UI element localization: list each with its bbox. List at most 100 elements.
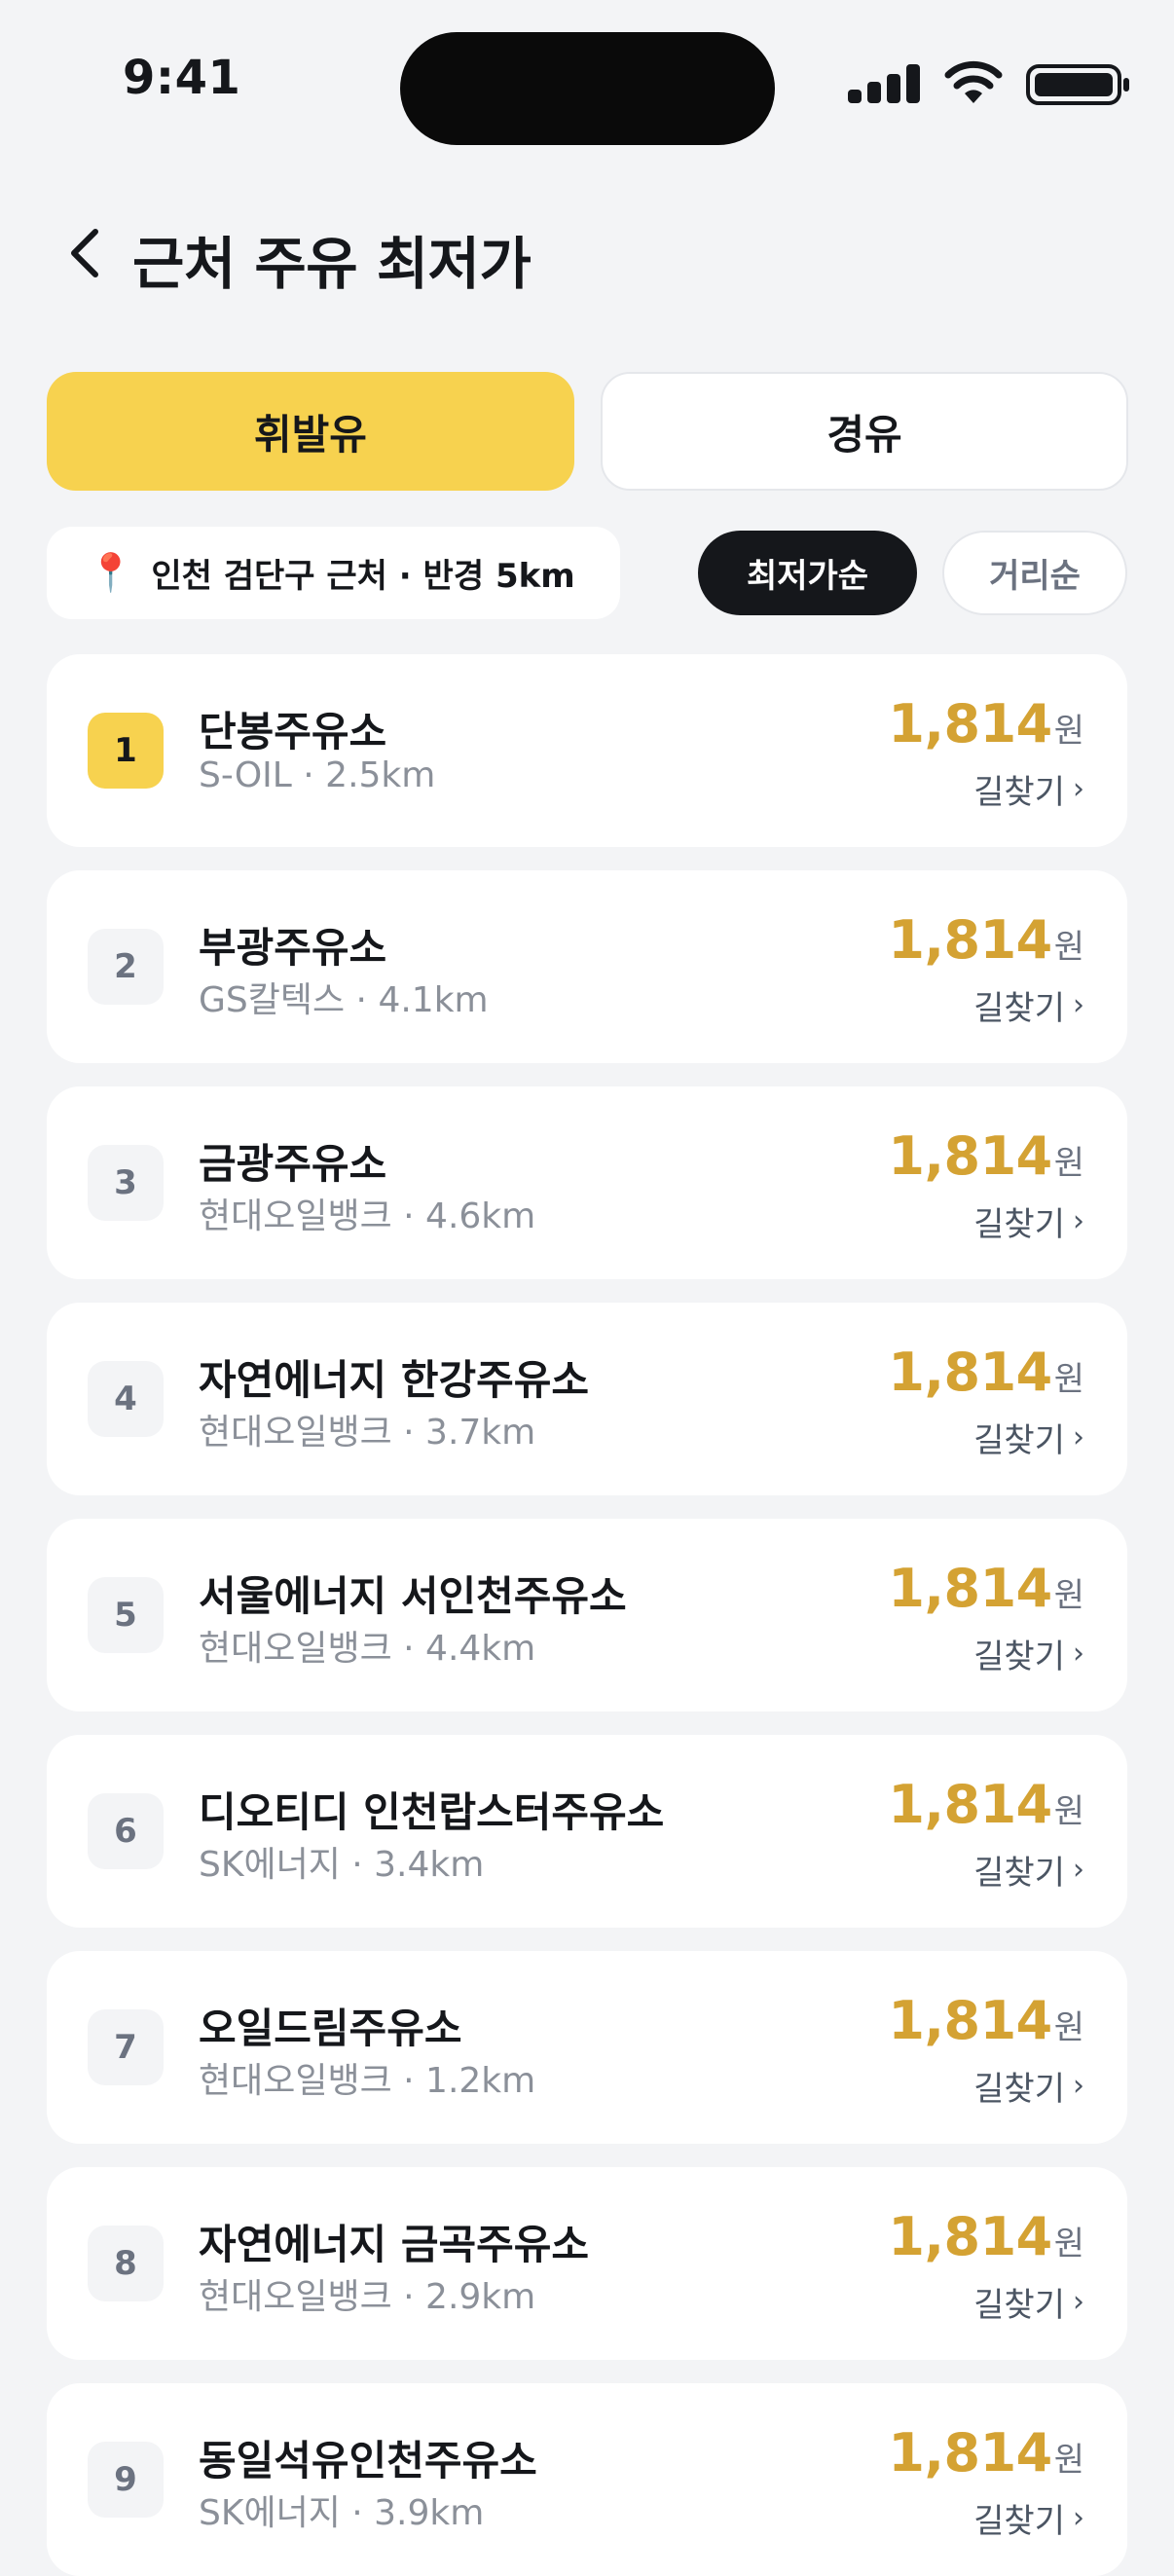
price-value: 1,814	[888, 1558, 1052, 1619]
station-card[interactable]: 7 오일드림주유소 현대오일뱅크 · 1.2km 1,814 원 길찾기 ›	[47, 1951, 1127, 2144]
chevron-left-icon	[71, 229, 98, 277]
price-value: 1,814	[888, 2422, 1052, 2484]
tab-diesel[interactable]: 경유	[601, 372, 1128, 491]
directions-link[interactable]: 길찾기 ›	[973, 2278, 1084, 2326]
rank-badge: 3	[88, 1145, 164, 1221]
price-value: 1,814	[888, 1774, 1052, 1835]
price-value: 1,814	[888, 1125, 1052, 1187]
price: 1,814 원	[888, 909, 1084, 971]
price: 1,814 원	[888, 1990, 1084, 2051]
location-filter[interactable]: 📍 인천 검단구 근처 · 반경 5km	[47, 527, 620, 619]
station-meta: SK에너지 · 3.4km	[199, 1845, 485, 1885]
directions-link[interactable]: 길찾기 ›	[973, 1630, 1084, 1677]
station-card[interactable]: 4 자연에너지 한강주유소 현대오일뱅크 · 3.7km 1,814 원 길찾기…	[47, 1303, 1127, 1495]
price: 1,814 원	[888, 1558, 1084, 1619]
price-value: 1,814	[888, 2206, 1052, 2267]
directions-link[interactable]: 길찾기 ›	[973, 981, 1084, 1029]
station-name: 금광주유소	[199, 1140, 387, 1188]
price: 1,814 원	[888, 1125, 1084, 1187]
pin-icon: 📍	[88, 551, 134, 594]
chevron-right-icon: ›	[1073, 1204, 1084, 1238]
chevron-right-icon: ›	[1073, 1853, 1084, 1887]
station-name: 단봉주유소	[199, 708, 387, 755]
directions-label: 길찾기	[973, 2502, 1065, 2541]
station-name: 서울에너지 서인천주유소	[199, 1572, 627, 1620]
station-name: 동일석유인천주유소	[199, 2437, 537, 2484]
rank-badge: 4	[88, 1361, 164, 1437]
price-value: 1,814	[888, 909, 1052, 971]
chevron-right-icon: ›	[1073, 988, 1084, 1022]
battery-icon	[1026, 64, 1129, 105]
station-meta: 현대오일뱅크 · 4.4km	[199, 1629, 536, 1669]
station-name: 자연에너지 금곡주유소	[199, 2221, 590, 2268]
location-text: 인천 검단구 근처 · 반경 5km	[151, 557, 575, 596]
station-meta: 현대오일뱅크 · 4.6km	[199, 1196, 536, 1236]
directions-link[interactable]: 길찾기 ›	[973, 1414, 1084, 1461]
price-unit: 원	[1053, 1576, 1084, 1615]
station-card[interactable]: 3 금광주유소 현대오일뱅크 · 4.6km 1,814 원 길찾기 ›	[47, 1086, 1127, 1279]
directions-label: 길찾기	[973, 1205, 1065, 1244]
rank-badge: 2	[88, 929, 164, 1005]
price-unit: 원	[1053, 928, 1084, 967]
station-card[interactable]: 2 부광주유소 GS칼텍스 · 4.1km 1,814 원 길찾기 ›	[47, 870, 1127, 1063]
directions-link[interactable]: 길찾기 ›	[973, 2494, 1084, 2542]
rank-badge: 8	[88, 2226, 164, 2301]
wifi-icon	[944, 60, 1003, 103]
price: 1,814 원	[888, 2206, 1084, 2267]
rank-badge: 7	[88, 2009, 164, 2085]
directions-label: 길찾기	[973, 2286, 1065, 2325]
station-card[interactable]: 6 디오티디 인천랍스터주유소 SK에너지 · 3.4km 1,814 원 길찾…	[47, 1735, 1127, 1928]
price-value: 1,814	[888, 1990, 1052, 2051]
directions-label: 길찾기	[973, 1638, 1065, 1676]
station-meta: 현대오일뱅크 · 2.9km	[199, 2277, 536, 2317]
price-unit: 원	[1053, 1792, 1084, 1831]
directions-link[interactable]: 길찾기 ›	[973, 2062, 1084, 2110]
rank-badge: 1	[88, 713, 164, 789]
price-unit: 원	[1053, 2225, 1084, 2263]
price: 1,814 원	[888, 1342, 1084, 1403]
directions-link[interactable]: 길찾기 ›	[973, 1197, 1084, 1245]
header: 근처 주유 최저가	[0, 195, 1174, 312]
directions-label: 길찾기	[973, 773, 1065, 812]
station-card[interactable]: 1 단봉주유소 S-OIL · 2.5km 1,814 원 길찾기 ›	[47, 654, 1127, 847]
sort-distance-button[interactable]: 거리순	[942, 531, 1127, 615]
page-title: 근처 주유 최저가	[132, 231, 532, 297]
chevron-right-icon: ›	[1073, 2501, 1084, 2535]
price: 1,814 원	[888, 2422, 1084, 2484]
station-card[interactable]: 8 자연에너지 금곡주유소 현대오일뱅크 · 2.9km 1,814 원 길찾기…	[47, 2167, 1127, 2360]
station-name: 디오티디 인천랍스터주유소	[199, 1788, 665, 1836]
status-bar: 9:41	[0, 0, 1174, 166]
station-meta: 현대오일뱅크 · 1.2km	[199, 2061, 536, 2101]
directions-link[interactable]: 길찾기 ›	[973, 765, 1084, 813]
back-button[interactable]	[51, 216, 119, 290]
status-time: 9:41	[123, 51, 241, 105]
chevron-right-icon: ›	[1073, 2069, 1084, 2103]
rank-badge: 5	[88, 1577, 164, 1653]
station-card[interactable]: 9 동일석유인천주유소 SK에너지 · 3.9km 1,814 원 길찾기 ›	[47, 2383, 1127, 2576]
chevron-right-icon: ›	[1073, 1420, 1084, 1454]
rank-badge: 6	[88, 1793, 164, 1869]
sort-lowest-price-button[interactable]: 최저가순	[698, 531, 917, 615]
chevron-right-icon: ›	[1073, 772, 1084, 806]
directions-link[interactable]: 길찾기 ›	[973, 1846, 1084, 1894]
price-unit: 원	[1053, 2008, 1084, 2047]
station-name: 부광주유소	[199, 924, 387, 972]
station-card[interactable]: 5 서울에너지 서인천주유소 현대오일뱅크 · 4.4km 1,814 원 길찾…	[47, 1519, 1127, 1711]
price-value: 1,814	[888, 1342, 1052, 1403]
directions-label: 길찾기	[973, 989, 1065, 1028]
rank-badge: 9	[88, 2442, 164, 2518]
chevron-right-icon: ›	[1073, 2285, 1084, 2319]
station-name: 자연에너지 한강주유소	[199, 1356, 590, 1404]
price: 1,814 원	[888, 693, 1084, 754]
directions-label: 길찾기	[973, 1421, 1065, 1460]
price: 1,814 원	[888, 1774, 1084, 1835]
price-unit: 원	[1053, 1144, 1084, 1183]
tab-gasoline[interactable]: 휘발유	[47, 372, 574, 491]
station-meta: 현대오일뱅크 · 3.7km	[199, 1413, 536, 1453]
cellular-signal-icon	[848, 64, 922, 103]
dynamic-island	[400, 32, 775, 145]
directions-label: 길찾기	[973, 2070, 1065, 2109]
station-name: 오일드림주유소	[199, 2005, 462, 2052]
price-unit: 원	[1053, 712, 1084, 751]
chevron-right-icon: ›	[1073, 1637, 1084, 1671]
